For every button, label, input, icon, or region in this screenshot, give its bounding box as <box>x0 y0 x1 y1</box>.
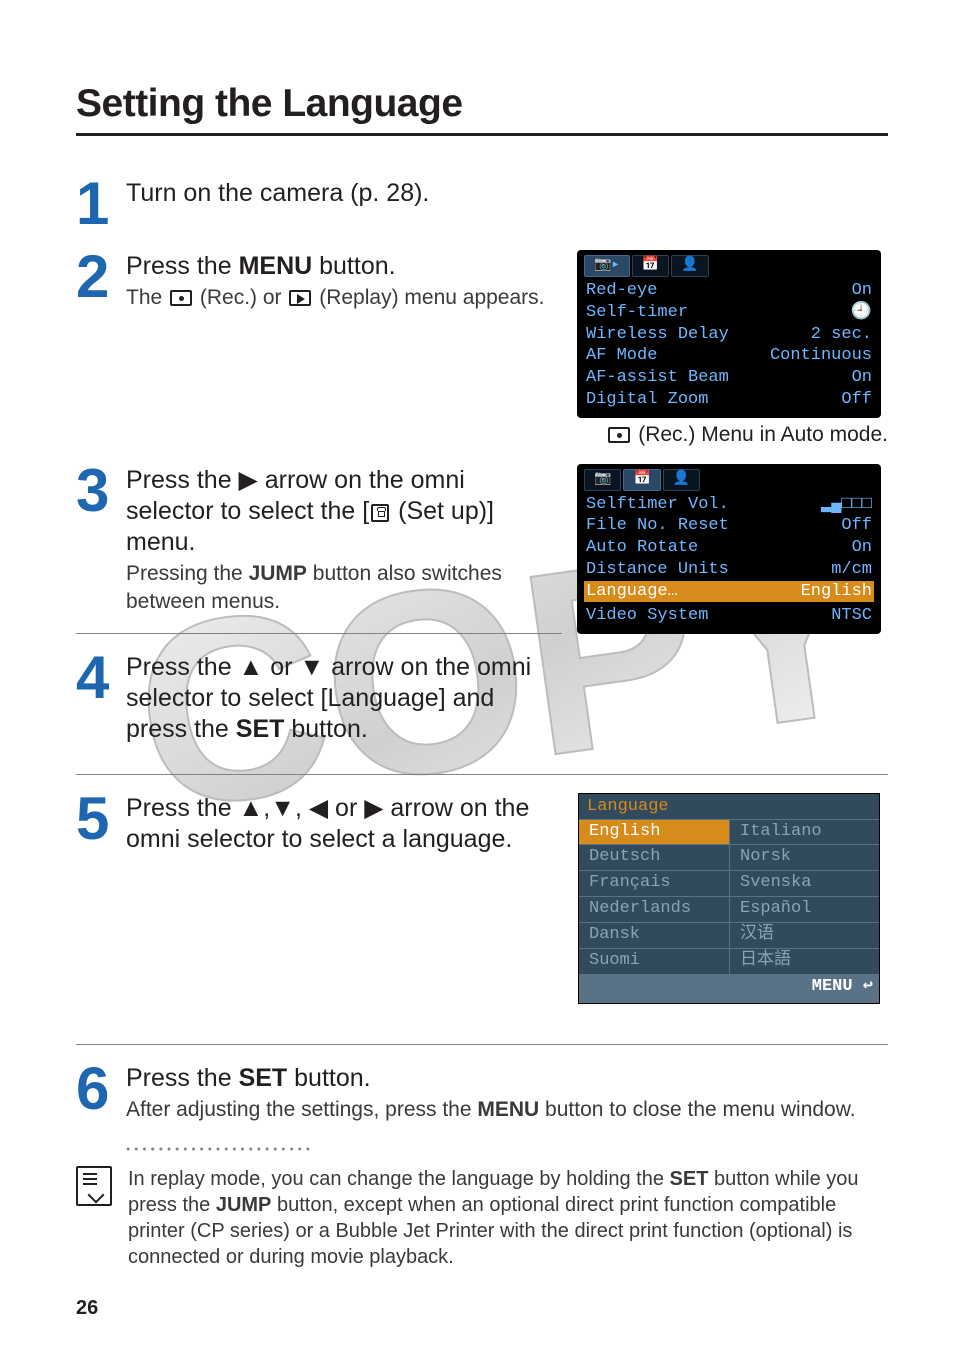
step-number: 6 <box>76 1068 126 1110</box>
lang-option: Svenska <box>729 870 879 896</box>
step-1-text: Turn on the camera (p. 28). <box>126 178 882 209</box>
lcd-tab: 📅 <box>623 469 660 491</box>
step-number: 4 <box>76 657 126 699</box>
lang-option: Deutsch <box>579 844 729 870</box>
step-number: 3 <box>76 470 126 512</box>
step-3-sub: Pressing the JUMP button also switches b… <box>126 560 556 615</box>
lcd-row: Digital ZoomOff <box>584 389 874 411</box>
lang-lcd-header: Language <box>579 794 879 819</box>
step-3: 3 Press the ▶ arrow on the omni selector… <box>76 465 562 615</box>
step-6-sub: After adjusting the settings, press the … <box>126 1096 882 1123</box>
lcd-tab: 📅 <box>632 255 669 277</box>
page-number: 26 <box>76 1297 98 1320</box>
lcd-tab: 📷 <box>584 469 621 491</box>
lcd-row: File No. ResetOff <box>584 515 874 537</box>
lcd-row: Video SystemNTSC <box>584 605 874 627</box>
step-number: 5 <box>76 798 126 840</box>
lang-option: Français <box>579 870 729 896</box>
lang-option: Norsk <box>729 844 879 870</box>
language-menu-screenshot: Language EnglishDeutschFrançaisNederland… <box>578 793 880 1005</box>
tip-text: In replay mode, you can change the langu… <box>128 1166 888 1270</box>
lcd-row: Auto RotateOn <box>584 537 874 559</box>
step-number: 1 <box>76 183 126 225</box>
rec-icon <box>170 290 192 306</box>
rec-menu-screenshot: 📷▸ 📅 👤 Red-eyeOnSelf-timer🕘Wireless Dela… <box>578 251 880 417</box>
lcd-row: Distance Unitsm/cm <box>584 559 874 581</box>
rec-icon <box>608 427 630 443</box>
step-6-head: Press the SET button. <box>126 1063 882 1094</box>
step-5-head: Press the ▲,▼, ◀ or ▶ arrow on the omni … <box>126 793 556 856</box>
step-2-sub: The (Rec.) or (Replay) menu appears. <box>126 284 556 311</box>
note-icon <box>76 1166 112 1206</box>
divider <box>76 774 888 775</box>
step-2: 2 Press the MENU button. The (Rec.) or (… <box>76 251 562 312</box>
lang-option: English <box>579 819 729 845</box>
step-4: 4 Press the ▲ or ▼ arrow on the omni sel… <box>76 652 562 746</box>
lcd-row: Selftimer Vol.▂▄□□□ <box>584 494 874 516</box>
lang-option: Nederlands <box>579 896 729 922</box>
divider <box>76 1044 888 1045</box>
lcd-tab: 👤 <box>663 469 700 491</box>
lang-option: 日本語 <box>729 948 879 974</box>
lcd-row: Wireless Delay2 sec. <box>584 324 874 346</box>
rec-menu-caption: (Rec.) Menu in Auto mode. <box>578 423 888 447</box>
lang-option: Italiano <box>729 819 879 845</box>
step-number: 2 <box>76 256 126 298</box>
lang-option: Dansk <box>579 922 729 948</box>
step-5: 5 Press the ▲,▼, ◀ or ▶ arrow on the omn… <box>76 793 562 856</box>
step-2-head: Press the MENU button. <box>126 251 556 282</box>
lang-option: Suomi <box>579 948 729 974</box>
divider <box>76 633 562 634</box>
tip-note: In replay mode, you can change the langu… <box>76 1166 888 1270</box>
lcd-row: Red-eyeOn <box>584 280 874 302</box>
lang-option: Español <box>729 896 879 922</box>
lcd-row: Self-timer🕘 <box>584 302 874 324</box>
lcd-row-selected: Language…English <box>584 581 874 603</box>
dotted-separator <box>126 1138 888 1156</box>
step-3-head: Press the ▶ arrow on the omni selector t… <box>126 465 556 559</box>
page-title: Setting the Language <box>76 82 888 136</box>
lang-lcd-footer: MENU ↩ <box>579 974 879 1003</box>
play-icon <box>289 290 311 306</box>
lang-option: 汉语 <box>729 922 879 948</box>
setup-icon <box>371 504 389 522</box>
step-4-head: Press the ▲ or ▼ arrow on the omni selec… <box>126 652 556 746</box>
lcd-row: AF ModeContinuous <box>584 345 874 367</box>
step-6: 6 Press the SET button. After adjusting … <box>76 1063 888 1124</box>
lcd-tab: 👤 <box>671 255 708 277</box>
step-1: 1 Turn on the camera (p. 28). <box>76 178 888 225</box>
setup-menu-screenshot: 📷 📅 👤 Selftimer Vol.▂▄□□□File No. ResetO… <box>578 465 880 634</box>
lcd-row: AF-assist BeamOn <box>584 367 874 389</box>
lcd-tab: 📷▸ <box>584 255 630 277</box>
